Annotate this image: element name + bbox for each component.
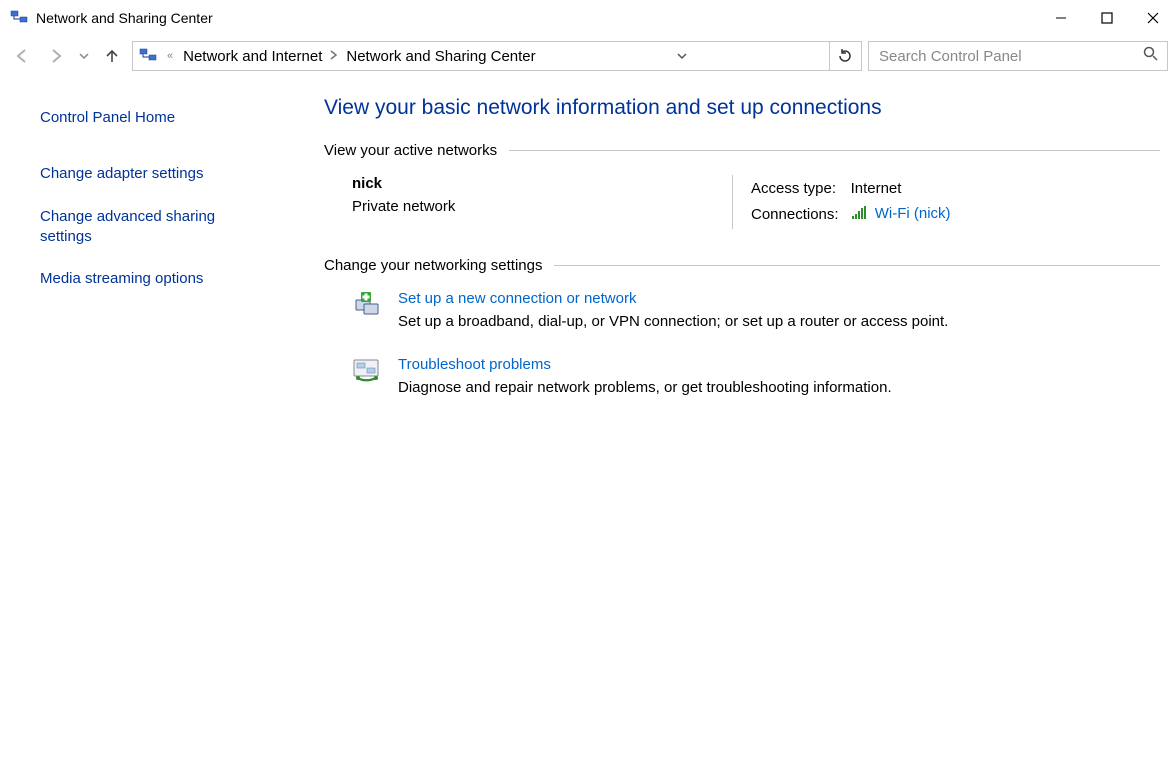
forward-button[interactable] [42, 42, 70, 70]
troubleshoot-desc: Diagnose and repair network problems, or… [398, 379, 892, 396]
access-type-label: Access type: [751, 177, 849, 200]
window-title: Network and Sharing Center [36, 10, 213, 26]
maximize-button[interactable] [1084, 0, 1130, 36]
recent-dropdown[interactable] [76, 42, 92, 70]
sidebar-link-adapter[interactable]: Change adapter settings [40, 164, 288, 184]
section-change-settings: Change your networking settings [324, 257, 1160, 274]
content-area: Control Panel Home Change adapter settin… [0, 76, 1176, 761]
troubleshoot-link[interactable]: Troubleshoot problems [398, 356, 892, 373]
wifi-signal-icon [851, 206, 867, 224]
address-dropdown[interactable] [671, 42, 693, 70]
page-heading: View your basic network information and … [324, 96, 1160, 120]
search-input[interactable] [877, 47, 1143, 66]
access-type-value: Internet [851, 177, 961, 200]
divider [509, 150, 1160, 151]
divider [554, 265, 1160, 266]
network-name: nick [352, 175, 732, 192]
address-bar[interactable]: « Network and Internet Network and Shari… [132, 41, 862, 71]
sidebar-link-media[interactable]: Media streaming options [40, 269, 288, 289]
control-panel-home-link[interactable]: Control Panel Home [40, 108, 288, 128]
breadcrumb-level2[interactable]: Network and Sharing Center [346, 48, 535, 65]
active-network-block: nick Private network Access type: Intern… [352, 175, 1160, 229]
refresh-button[interactable] [829, 42, 861, 70]
search-icon[interactable] [1143, 46, 1159, 66]
back-button[interactable] [8, 42, 36, 70]
setup-connection-icon [352, 290, 382, 320]
toolbar: « Network and Internet Network and Shari… [0, 36, 1176, 76]
connection-link[interactable]: Wi-Fi (nick) [875, 205, 951, 222]
sidebar: Control Panel Home Change adapter settin… [0, 76, 300, 761]
setup-connection-item: Set up a new connection or network Set u… [352, 290, 1160, 330]
app-icon [10, 9, 28, 27]
section-active-networks: View your active networks [324, 142, 1160, 159]
setup-connection-desc: Set up a broadband, dial-up, or VPN conn… [398, 313, 948, 330]
setup-connection-link[interactable]: Set up a new connection or network [398, 290, 948, 307]
location-icon [139, 47, 157, 65]
breadcrumb-overflow-icon[interactable]: « [167, 50, 173, 62]
search-box[interactable] [868, 41, 1168, 71]
minimize-button[interactable] [1038, 0, 1084, 36]
network-type: Private network [352, 198, 732, 215]
close-button[interactable] [1130, 0, 1176, 36]
breadcrumb-level1[interactable]: Network and Internet [183, 48, 322, 65]
sidebar-link-sharing[interactable]: Change advanced sharing settings [40, 207, 250, 248]
connections-label: Connections: [751, 202, 849, 227]
troubleshoot-item: Troubleshoot problems Diagnose and repai… [352, 356, 1160, 396]
breadcrumb-separator-icon[interactable] [330, 49, 338, 63]
main-panel: View your basic network information and … [300, 76, 1176, 761]
section-label: Change your networking settings [324, 257, 542, 274]
up-button[interactable] [98, 42, 126, 70]
window-titlebar: Network and Sharing Center [0, 0, 1176, 36]
section-label: View your active networks [324, 142, 497, 159]
troubleshoot-icon [352, 356, 382, 386]
